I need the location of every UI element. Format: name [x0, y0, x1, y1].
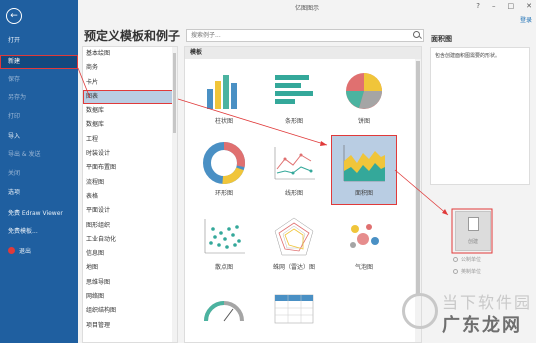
watermark-logo-icon	[402, 293, 438, 329]
watermark-line1: 当下软件园	[442, 293, 533, 312]
watermark: 当下软件园 广东龙网	[402, 289, 532, 339]
watermark-line2: 广东龙网	[442, 315, 522, 336]
